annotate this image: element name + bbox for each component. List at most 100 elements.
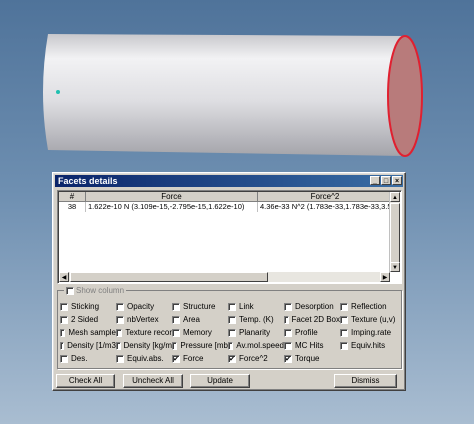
column-option[interactable]: Structure <box>172 300 228 313</box>
column-option[interactable]: Equiv.hits <box>340 339 396 352</box>
checkbox[interactable] <box>116 354 124 363</box>
3d-viewport[interactable] <box>0 0 474 170</box>
column-checkbox-grid: Sticking Opacity Structure Link Desorption Re… <box>60 300 396 365</box>
checkbox-label: Temp. (K) <box>239 315 274 324</box>
close-button[interactable]: × <box>392 176 402 185</box>
checkbox-label: Torque <box>295 354 320 363</box>
checkbox[interactable] <box>60 354 68 363</box>
checkbox[interactable] <box>116 328 123 337</box>
maximize-button[interactable]: □ <box>381 176 391 185</box>
column-option[interactable]: Area <box>172 313 228 326</box>
column-option[interactable]: Pressure [mb <box>172 339 228 352</box>
checkbox[interactable]: ✔ <box>172 354 180 363</box>
checkbox-label: Reflection <box>351 302 387 311</box>
column-option[interactable]: Density [1/m3 <box>60 339 116 352</box>
checkbox[interactable] <box>228 302 236 311</box>
horizontal-scroll-thumb[interactable] <box>70 272 268 282</box>
checkbox-label: Equiv.hits <box>351 341 386 350</box>
window-title: Facets details <box>58 176 118 186</box>
checkbox[interactable] <box>340 328 348 337</box>
checkbox[interactable] <box>228 315 236 324</box>
checkbox-label: Density [kg/m <box>123 341 172 350</box>
checkbox[interactable] <box>340 341 348 350</box>
checkbox[interactable] <box>284 302 292 311</box>
column-option[interactable]: nbVertex <box>116 313 172 326</box>
checkbox[interactable] <box>60 315 68 324</box>
scroll-right-icon[interactable]: ▶ <box>380 272 390 282</box>
column-option[interactable]: Link <box>228 300 284 313</box>
checkbox[interactable] <box>116 315 124 324</box>
checkbox-label: Texture recor <box>125 328 172 337</box>
checkbox-label: Profile <box>295 328 318 337</box>
checkbox[interactable] <box>116 341 121 350</box>
checkbox-label: MC Hits <box>295 341 324 350</box>
checkbox-label: Facet 2D Box <box>291 315 340 324</box>
checkbox[interactable] <box>228 341 234 350</box>
show-column-group: Show column Sticking Opacity Structure Link… <box>57 285 402 369</box>
column-option[interactable]: Profile <box>284 326 340 339</box>
checkbox-label: nbVertex <box>127 315 159 324</box>
column-option[interactable]: Planarity <box>228 326 284 339</box>
column-option[interactable]: Av.mol.speed <box>228 339 284 352</box>
column-header-force[interactable]: Force <box>86 192 258 202</box>
column-option[interactable]: MC Hits <box>284 339 340 352</box>
table-header: # Force Force^2 <box>59 192 393 202</box>
horizontal-scrollbar[interactable]: ◀ ▶ <box>59 272 390 282</box>
uncheck-all-button[interactable]: Uncheck All <box>123 374 183 388</box>
checkbox[interactable] <box>172 302 180 311</box>
checkbox-label: Area <box>183 315 200 324</box>
checkbox[interactable] <box>172 328 180 337</box>
cylinder-geometry[interactable] <box>43 34 422 156</box>
column-option[interactable]: ✔ Torque <box>284 352 340 365</box>
column-option[interactable]: Des. <box>60 352 116 365</box>
column-header-id[interactable]: # <box>59 192 86 202</box>
checkbox-label: Mesh sample <box>68 328 116 337</box>
column-option[interactable]: Density [kg/m <box>116 339 172 352</box>
vertical-scroll-thumb[interactable] <box>390 203 400 263</box>
column-option[interactable]: Desorption <box>284 300 340 313</box>
checkbox[interactable] <box>116 302 124 311</box>
checkbox[interactable] <box>60 341 65 350</box>
column-option[interactable]: Equiv.abs. <box>116 352 172 365</box>
checkbox[interactable] <box>60 302 68 311</box>
column-option[interactable]: 2 Sided <box>60 313 116 326</box>
minimize-button[interactable]: _ <box>370 176 380 185</box>
column-option[interactable]: Mesh sample <box>60 326 116 339</box>
scroll-up-icon[interactable]: ▲ <box>390 192 400 202</box>
checkbox[interactable] <box>284 328 292 337</box>
column-option[interactable]: Sticking <box>60 300 116 313</box>
update-button[interactable]: Update <box>190 374 250 388</box>
checkbox[interactable] <box>340 302 348 311</box>
checkbox[interactable] <box>340 315 348 324</box>
column-option[interactable]: Opacity <box>116 300 172 313</box>
check-all-button[interactable]: Check All <box>56 374 115 388</box>
checkbox[interactable] <box>284 341 292 350</box>
checkbox[interactable] <box>228 328 236 337</box>
column-option[interactable]: ✔ Force^2 <box>228 352 284 365</box>
checkbox[interactable] <box>172 341 178 350</box>
checkbox[interactable] <box>172 315 180 324</box>
scroll-left-icon[interactable]: ◀ <box>59 272 69 282</box>
column-option[interactable]: ✔ Force <box>172 352 228 365</box>
checkbox[interactable] <box>284 315 289 324</box>
column-option[interactable]: Texture recor <box>116 326 172 339</box>
checkbox[interactable]: ✔ <box>228 354 236 363</box>
checkbox-label: Des. <box>71 354 88 363</box>
column-option[interactable]: Temp. (K) <box>228 313 284 326</box>
vertical-scrollbar[interactable]: ▲ ▼ <box>389 192 400 272</box>
column-header-force-squared[interactable]: Force^2 <box>258 192 393 202</box>
title-bar[interactable]: Facets details _ □ × <box>55 175 403 187</box>
show-column-toggle-checkbox[interactable] <box>66 286 74 295</box>
checkbox[interactable] <box>60 328 66 337</box>
column-option[interactable]: Memory <box>172 326 228 339</box>
column-option[interactable]: Facet 2D Box <box>284 313 340 326</box>
show-column-label: Show column <box>76 286 125 295</box>
scroll-down-icon[interactable]: ▼ <box>390 262 400 272</box>
column-option[interactable]: Texture (u,v) <box>340 313 396 326</box>
dismiss-button[interactable]: Dismiss <box>334 374 397 388</box>
table-row[interactable]: 38 1.622e-10 N (3.109e-15,-2.795e-15,1.6… <box>59 202 393 212</box>
column-option[interactable]: Imping.rate <box>340 326 396 339</box>
checkbox[interactable]: ✔ <box>284 354 292 363</box>
column-option[interactable]: Reflection <box>340 300 396 313</box>
show-column-legend[interactable]: Show column <box>64 285 127 296</box>
